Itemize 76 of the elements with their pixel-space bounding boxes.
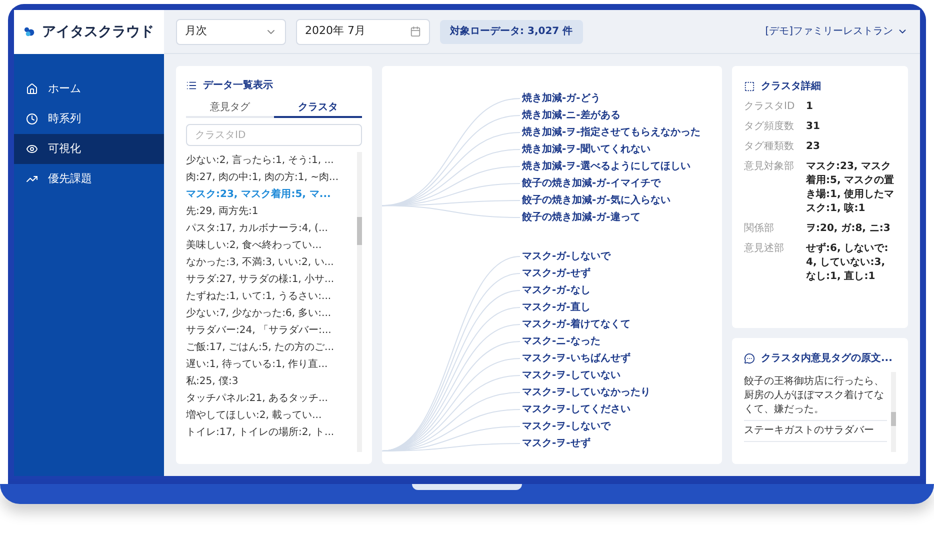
list-icon: [186, 80, 197, 90]
tag-label[interactable]: マスク-ヲ-いちばんせず: [522, 350, 650, 367]
list-item[interactable]: マスク:23, マスク着用:5, マ...: [186, 186, 353, 203]
tag-label[interactable]: 餃子の焼き加減-ガ-違って: [522, 209, 700, 226]
field-label: タグ頻度数: [744, 120, 795, 134]
list-item[interactable]: 先:29, 両方先:1: [186, 203, 353, 220]
tab[interactable]: 意見タグ: [186, 98, 274, 118]
field-label: 関係部: [744, 222, 775, 236]
field-value: マスク:23, マスク着用:5, マスクの置き場:1, 使用したマスク:1, 咳:1: [806, 160, 896, 216]
tag-label[interactable]: マスク-ヲ-していない: [522, 367, 650, 384]
scrollbar[interactable]: [891, 372, 896, 452]
month-field[interactable]: 2020年 7月: [296, 18, 430, 44]
tag-label[interactable]: マスク-ヲ-していなかったり: [522, 384, 650, 401]
tag-label[interactable]: 焼き加減-ガ-どう: [522, 90, 700, 107]
field-label: クラスタID: [744, 100, 796, 114]
tag-label[interactable]: 焼き加減-ヲ-聞いてくれない: [522, 141, 700, 158]
field-label: 意見述部: [744, 242, 785, 256]
list-item[interactable]: ご飯:17, ごはん:5, たの方のご...: [186, 339, 353, 356]
field-value: 1: [806, 100, 814, 114]
tag-label[interactable]: 焼き加減-ヲ-指定させてもらえなかった: [522, 124, 700, 141]
list-item[interactable]: 少ない:2, 言ったら:1, そう:1, ...: [186, 152, 353, 169]
home-icon: [26, 83, 38, 95]
count-badge: 対象ローデータ: 3,027 件: [440, 20, 583, 44]
tag-label[interactable]: 焼き加減-ヲ-選べるようにしてほしい: [522, 158, 700, 175]
list-item[interactable]: 増やしてほしい:2, 載ってい...: [186, 407, 353, 424]
sidebar-item[interactable]: 時系列: [14, 104, 164, 134]
search-field[interactable]: クラスタID: [186, 124, 362, 146]
calendar-icon: [410, 26, 421, 37]
field-value: 31: [806, 120, 821, 134]
panel-title: クラスタ内意見タグの原文...: [761, 352, 892, 366]
list-item[interactable]: 少ない:7, 少なかった:6, 多い:...: [186, 305, 353, 322]
tag-label[interactable]: 餃子の焼き加減-ガ-気に入らない: [522, 192, 700, 209]
tag-label[interactable]: マスク-ガ-せず: [522, 265, 650, 282]
list-item[interactable]: 肉:27, 肉の中:1, 肉の方:1, ~肉...: [186, 169, 353, 186]
list-item[interactable]: 私:25, 僕:3: [186, 373, 353, 390]
trend-icon: [26, 173, 38, 185]
list-item[interactable]: 美味しい:2, 食べ終わってい...: [186, 237, 353, 254]
list-item[interactable]: たずねた:1, いて:1, うるさい:...: [186, 288, 353, 305]
list-item[interactable]: パスタ:17, カルボナーラ:4, (...: [186, 220, 353, 237]
tag-label[interactable]: マスク-ガ-着けてなくて: [522, 316, 650, 333]
tag-label[interactable]: マスク-ガ-しないで: [522, 248, 650, 265]
tag-label[interactable]: マスク-ガ-直し: [522, 299, 650, 316]
list-item[interactable]: なかった:3, 不満:3, いい:2, い...: [186, 254, 353, 271]
scrollbar[interactable]: [357, 152, 362, 452]
field-label: タグ種類数: [744, 140, 795, 154]
list-item[interactable]: サラダバー:24, 「サラダバー:...: [186, 322, 353, 339]
tag-label[interactable]: マスク-ヲ-しないで: [522, 418, 650, 435]
chat-icon: [744, 352, 755, 364]
tag-label[interactable]: マスク-ヲ-してください: [522, 401, 650, 418]
source-text: 餃子の王将御坊店に行ったら、厨房の人がほぼマスク着けてなくて、嫌だった。: [744, 372, 887, 421]
list-item[interactable]: タッチパネル:21, あるタッチ...: [186, 390, 353, 407]
list-item[interactable]: トイレ:17, トイレの場所:2, ト...: [186, 424, 353, 441]
tab[interactable]: クラスタ: [274, 98, 362, 118]
tag-label[interactable]: マスク-ガ-なし: [522, 282, 650, 299]
field-label: 意見対象部: [744, 160, 795, 174]
sidebar-item[interactable]: 優先課題: [14, 164, 164, 194]
source-text: ステーキガストのサラダバー: [744, 421, 887, 442]
field-value: ヲ:20, ガ:8, ニ:3: [806, 222, 892, 236]
clock-icon: [26, 113, 38, 125]
tag-label[interactable]: 餃子の焼き加減-ガ-イマイチで: [522, 175, 700, 192]
logo-text: アイタスクラウド: [42, 22, 154, 42]
eye-icon: [26, 143, 38, 155]
account-menu[interactable]: [デモ]ファミリーレストラン: [765, 24, 908, 39]
period-select[interactable]: 月次: [176, 18, 286, 44]
list-item[interactable]: 遅い:1, 待っている:1, 作り直...: [186, 356, 353, 373]
list-item[interactable]: サラダ:27, サラダの様:1, 小サ...: [186, 271, 353, 288]
tag-label[interactable]: マスク-ヲ-せず: [522, 435, 650, 452]
panel-icon: [744, 80, 755, 92]
panel-title: データ一覧表示: [203, 78, 273, 92]
sidebar-item[interactable]: 可視化: [14, 134, 164, 164]
field-value: 23: [806, 140, 821, 154]
panel-title: クラスタ詳細: [761, 80, 821, 94]
tag-label[interactable]: マスク-ニ-なった: [522, 333, 650, 350]
field-value: せず:6, しないで:4, していない:3, なし:1, 直し:1: [806, 242, 890, 284]
tag-label[interactable]: 焼き加減-ニ-差がある: [522, 107, 700, 124]
sidebar-item[interactable]: ホーム: [14, 74, 164, 104]
